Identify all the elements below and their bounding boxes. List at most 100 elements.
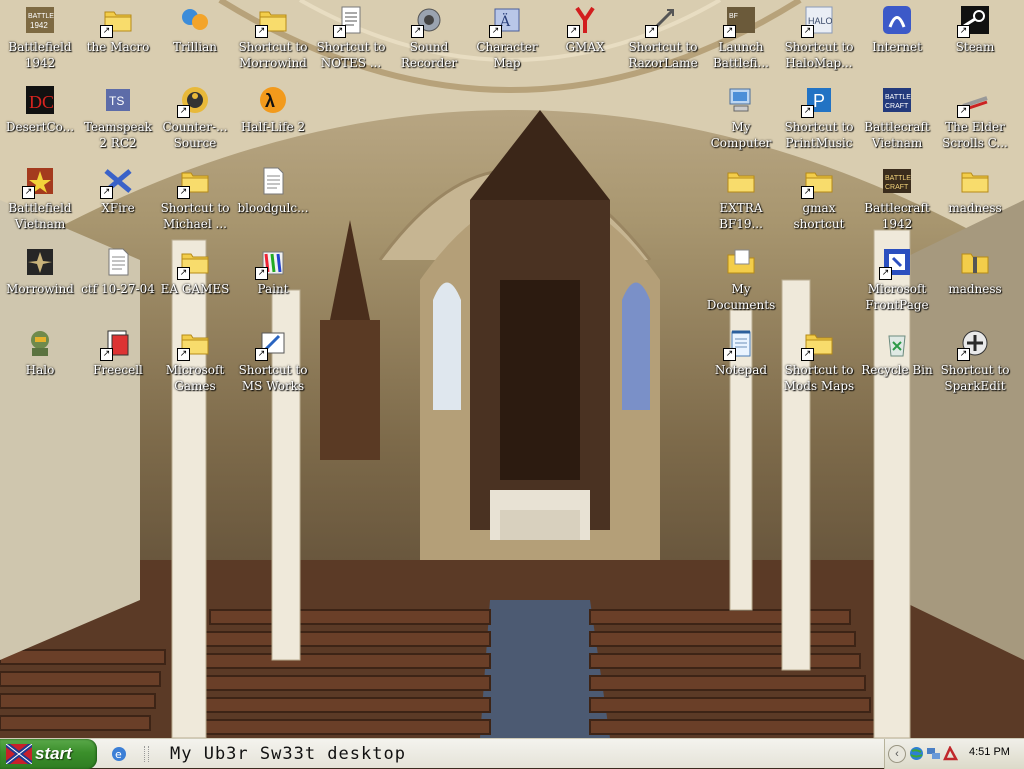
desktop-icon-label: Shortcut to Morrowind (238, 40, 308, 70)
desktop-icon[interactable]: ↗ GMAX (545, 2, 625, 82)
taskbar-separator (144, 746, 149, 762)
shortcut-arrow-icon: ↗ (177, 105, 190, 118)
desktop-icon[interactable]: HALO ↗ Shortcut to HaloMap... (779, 2, 859, 82)
desktop-icon-label: EA GAMES (160, 282, 230, 296)
desktop-icon[interactable]: BF ↗ Launch Battlefi... (701, 2, 781, 82)
shortcut-arrow-icon: ↗ (255, 348, 268, 361)
internet-icon (881, 4, 913, 36)
desktop-icon-label: Shortcut to RazorLame (628, 40, 698, 70)
desktop-icon[interactable]: ↗ Paint (233, 244, 313, 324)
desktop-icon[interactable]: Morrowind (0, 244, 80, 324)
zip-folder-icon (959, 246, 991, 278)
taskbar-text: My Ub3r Sw33t desktop (170, 744, 406, 764)
clock[interactable]: 4:51 PM (969, 746, 1010, 758)
desktop-icon[interactable]: madness (935, 244, 1015, 324)
desktop-icon[interactable]: ↗ EA GAMES (155, 244, 235, 324)
desktop-icon-label: Battlefield 1942 (8, 40, 72, 70)
desktop-icon[interactable]: ↗ Shortcut to Mods Maps (779, 325, 859, 405)
desktop-icon[interactable]: madness (935, 163, 1015, 243)
folder-icon: ↗ (177, 165, 211, 199)
internet-explorer-quicklaunch-icon[interactable]: e (110, 745, 128, 763)
desktop-icon[interactable]: ↗ the Macro (78, 2, 158, 82)
desktop-icon[interactable]: BATTLE 1942 Battlefield 1942 (0, 2, 80, 82)
desktop-icon[interactable]: My Computer (701, 82, 781, 162)
desktop-icon[interactable]: Trillian (155, 2, 235, 82)
xfire-icon: ↗ (100, 165, 134, 199)
desktop-icon[interactable]: Recycle Bin (857, 325, 937, 405)
desktop-icon[interactable]: DC DesertCo... (0, 82, 80, 162)
folder-icon: ↗ (100, 4, 134, 38)
desktop-icon-label: bloodgulc... (237, 201, 309, 215)
desktop-icon[interactable]: Ä ↗ Character Map (467, 2, 547, 82)
desktop-icon[interactable]: P ↗ Shortcut to PrintMusic (779, 82, 859, 162)
desktop-icon[interactable]: ↗ Counter-... Source (155, 82, 235, 162)
tray-expand-chevron-icon[interactable]: ‹ (888, 745, 906, 763)
desktop-icon[interactable]: ↗ Shortcut to MS Works (233, 325, 313, 405)
desktop-icon-label: Battlefield Vietnam (8, 201, 72, 231)
shortcut-arrow-icon: ↗ (723, 348, 736, 361)
desktop-icon[interactable]: ↗ Notepad (701, 325, 781, 405)
folder-icon (725, 165, 757, 197)
start-flag-icon (6, 744, 32, 764)
svg-text:BATTLE: BATTLE (885, 94, 911, 101)
shortcut-arrow-icon: ↗ (177, 267, 190, 280)
app-tray-icon[interactable] (943, 746, 958, 761)
desktop-icon[interactable]: My Documents (701, 244, 781, 324)
start-label: start (35, 744, 72, 763)
desktop-icon-label: The Elder Scrolls C... (942, 120, 1008, 150)
desktop-icon[interactable]: ↗ Shortcut to SparkEdit (935, 325, 1015, 405)
desktop-icon[interactable]: TS Teamspeak 2 RC2 (78, 82, 158, 162)
desktop-icon[interactable]: ↗ Sound Recorder (389, 2, 469, 82)
desktop-icon[interactable]: ↗ Battlefield Vietnam (0, 163, 80, 243)
desktop-icon-label: Microsoft Games (165, 363, 225, 393)
desktop-icon[interactable]: BATTLE CRAFT Battlecraft Vietnam (857, 82, 937, 162)
sparkedit-icon: ↗ (957, 327, 991, 361)
desktop-icon[interactable]: Internet (857, 2, 937, 82)
desktop-icon[interactable]: bloodgulc... (233, 163, 313, 243)
folder-icon: ↗ (255, 4, 289, 38)
battlecraft-1942-icon: BATTLE CRAFT (881, 165, 913, 197)
svg-text:P: P (813, 91, 825, 111)
desktop-icon[interactable]: ↗ Steam (935, 2, 1015, 82)
desktop-icon[interactable]: BATTLE CRAFT Battlecraft 1942 (857, 163, 937, 243)
svg-text:BF: BF (729, 13, 738, 20)
desktop-icon[interactable]: ↗ Shortcut to NOTES ... (311, 2, 391, 82)
shortcut-arrow-icon: ↗ (957, 25, 970, 38)
desktop-icon[interactable]: ↗ Shortcut to Michael ... (155, 163, 235, 243)
desktop-icon[interactable]: ↗ gmax shortcut (779, 163, 859, 243)
folder-icon: ↗ (801, 165, 835, 199)
shortcut-arrow-icon: ↗ (957, 348, 970, 361)
desktop-icon[interactable]: ↗ XFire (78, 163, 158, 243)
desktop-icon-label: Shortcut to Michael ... (160, 201, 230, 231)
halomap-icon: HALO ↗ (801, 4, 835, 38)
desktop-icon[interactable]: EXTRA BF19... (701, 163, 781, 243)
steam-icon: ↗ (957, 4, 991, 38)
desktop-icon-label: Teamspeak 2 RC2 (83, 120, 153, 150)
desktop-icon[interactable]: λ Half-Life 2 (233, 82, 313, 162)
desktop-icon-label: My Documents (706, 282, 776, 312)
morrowind-icon (24, 246, 56, 278)
desktop-icon-label: Shortcut to NOTES ... (316, 40, 386, 70)
desktop-icon-label: Sound Recorder (400, 40, 458, 70)
desktop-icon[interactable]: ↗ Freecell (78, 325, 158, 405)
svg-text:DC: DC (29, 92, 54, 112)
shortcut-arrow-icon: ↗ (489, 25, 502, 38)
desktop-icon[interactable]: Halo (0, 325, 80, 405)
shortcut-arrow-icon: ↗ (801, 186, 814, 199)
shortcut-arrow-icon: ↗ (100, 25, 113, 38)
svg-text:BATTLE: BATTLE (885, 175, 911, 182)
svg-text:BATTLE: BATTLE (28, 13, 54, 20)
desktop-icon[interactable]: ctf 10-27-04 (78, 244, 158, 324)
desktop-icon-label: Shortcut to SparkEdit (940, 363, 1010, 393)
desktop-icon[interactable]: ↗ The Elder Scrolls C... (935, 82, 1015, 162)
globe-tray-icon[interactable] (909, 746, 924, 761)
shortcut-arrow-icon: ↗ (957, 105, 970, 118)
start-button[interactable]: start (0, 739, 97, 769)
desktop-icon[interactable]: ↗ Shortcut to RazorLame (623, 2, 703, 82)
desktop-icon[interactable]: ↗ Microsoft Games (155, 325, 235, 405)
desktop-icon-label: Trillian (173, 40, 217, 54)
desktop-icon[interactable]: ↗ Microsoft FrontPage (857, 244, 937, 324)
network-tray-icon[interactable] (926, 746, 941, 761)
desktop-icon[interactable]: ↗ Shortcut to Morrowind (233, 2, 313, 82)
battlefield-1942-icon: BATTLE 1942 (24, 4, 56, 36)
